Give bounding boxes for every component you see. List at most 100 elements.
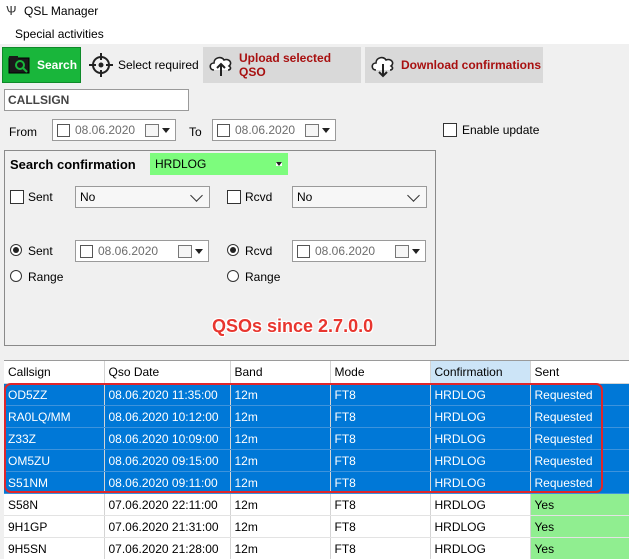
mode-cell: FT8 xyxy=(330,384,430,406)
rcvd-checkbox[interactable] xyxy=(227,190,241,204)
download-confirmations-label: Download confirmations xyxy=(401,58,541,72)
table-row[interactable]: Z33Z08.06.2020 10:09:0012mFT8HRDLOGReque… xyxy=(4,428,629,450)
table-row[interactable]: 9H5SN07.06.2020 21:28:0012mFT8HRDLOGYes xyxy=(4,538,629,559)
chevron-down-icon[interactable] xyxy=(162,128,170,133)
qso-date-cell: 08.06.2020 09:11:00 xyxy=(104,472,230,494)
band-cell: 12m xyxy=(230,450,330,472)
search-button[interactable]: Search xyxy=(2,47,81,83)
sent-date-picker[interactable]: 08.06.2020 xyxy=(75,240,209,262)
sent-cell: Yes xyxy=(530,516,629,538)
download-confirmations-button[interactable]: Download confirmations xyxy=(365,47,543,83)
upload-selected-qso-label: Upload selected QSO xyxy=(239,51,361,79)
chevron-down-icon[interactable] xyxy=(276,162,282,166)
cloud-upload-icon xyxy=(207,52,235,78)
mode-cell: FT8 xyxy=(330,428,430,450)
callsign-cell: 9H5SN xyxy=(4,538,104,559)
column-header-qso-date[interactable]: Qso Date xyxy=(104,361,230,384)
sent-select-value: No xyxy=(80,190,192,204)
sent-select[interactable]: No xyxy=(75,186,210,208)
table-row[interactable]: RA0LQ/MM08.06.2020 10:12:0012mFT8HRDLOGR… xyxy=(4,406,629,428)
search-confirmation-label: Search confirmation xyxy=(10,157,136,172)
chevron-down-icon xyxy=(407,189,420,202)
band-cell: 12m xyxy=(230,384,330,406)
band-cell: 12m xyxy=(230,472,330,494)
qso-date-cell: 07.06.2020 21:28:00 xyxy=(104,538,230,559)
table-row[interactable]: S58N07.06.2020 22:11:0012mFT8HRDLOGYes xyxy=(4,494,629,516)
band-cell: 12m xyxy=(230,406,330,428)
band-cell: 12m xyxy=(230,494,330,516)
sent-cell: Yes xyxy=(530,494,629,516)
band-cell: 12m xyxy=(230,538,330,559)
callsign-cell: S51NM xyxy=(4,472,104,494)
mode-cell: FT8 xyxy=(330,494,430,516)
calendar-icon xyxy=(395,245,409,258)
callsign-input[interactable]: CALLSIGN xyxy=(4,89,189,111)
column-header-band[interactable]: Band xyxy=(230,361,330,384)
sent-checkbox[interactable] xyxy=(10,190,24,204)
calendar-icon xyxy=(178,245,192,258)
enable-update-checkbox[interactable] xyxy=(443,123,457,137)
from-date-checkbox[interactable] xyxy=(57,124,70,137)
sent-range-label: Range xyxy=(28,270,63,284)
qso-date-cell: 08.06.2020 11:35:00 xyxy=(104,384,230,406)
to-date-picker[interactable]: 08.06.2020 xyxy=(212,119,336,141)
callsign-cell: OM5ZU xyxy=(4,450,104,472)
column-header-callsign[interactable]: Callsign xyxy=(4,361,104,384)
rcvd-select[interactable]: No xyxy=(292,186,427,208)
menu-item-special-activities[interactable]: Special activities xyxy=(15,27,104,41)
band-cell: 12m xyxy=(230,516,330,538)
to-date-checkbox[interactable] xyxy=(217,124,230,137)
sent-range-radio[interactable] xyxy=(10,270,22,282)
table-row[interactable]: OM5ZU08.06.2020 09:15:0012mFT8HRDLOGRequ… xyxy=(4,450,629,472)
calendar-icon xyxy=(305,124,319,137)
table-row[interactable]: S51NM08.06.2020 09:11:0012mFT8HRDLOGRequ… xyxy=(4,472,629,494)
sent-date-value: 08.06.2020 xyxy=(98,244,178,258)
callsign-cell: Z33Z xyxy=(4,428,104,450)
confirmation-source-value: HRDLOG xyxy=(155,157,276,171)
sent-date-radio[interactable] xyxy=(10,244,22,256)
column-header-mode[interactable]: Mode xyxy=(330,361,430,384)
sent-cell: Requested xyxy=(530,428,629,450)
callsign-cell: RA0LQ/MM xyxy=(4,406,104,428)
select-required-button[interactable]: Select required xyxy=(84,47,200,83)
chevron-down-icon[interactable] xyxy=(195,249,203,254)
confirmation-source-select[interactable]: HRDLOG xyxy=(150,153,288,175)
rcvd-range-radio[interactable] xyxy=(227,270,239,282)
mode-cell: FT8 xyxy=(330,406,430,428)
confirmation-cell: HRDLOG xyxy=(430,516,530,538)
callsign-cell: 9H1GP xyxy=(4,516,104,538)
rcvd-date-radio[interactable] xyxy=(227,244,239,256)
confirmation-cell: HRDLOG xyxy=(430,384,530,406)
select-required-label: Select required xyxy=(118,58,199,72)
rcvd-date-picker[interactable]: 08.06.2020 xyxy=(292,240,426,262)
chevron-down-icon[interactable] xyxy=(322,128,330,133)
from-label: From xyxy=(9,125,37,139)
from-date-picker[interactable]: 08.06.2020 xyxy=(52,119,176,141)
calendar-icon xyxy=(145,124,159,137)
table-row[interactable]: OD5ZZ08.06.2020 11:35:0012mFT8HRDLOGRequ… xyxy=(4,384,629,406)
rcvd-date-value: 08.06.2020 xyxy=(315,244,395,258)
rcvd-select-value: No xyxy=(297,190,409,204)
mode-cell: FT8 xyxy=(330,516,430,538)
rcvd-date-checkbox[interactable] xyxy=(297,245,310,258)
rcvd-range-label: Range xyxy=(245,270,280,284)
column-header-sent[interactable]: Sent xyxy=(530,361,629,384)
qso-date-cell: 08.06.2020 09:15:00 xyxy=(104,450,230,472)
sent-cell: Requested xyxy=(530,406,629,428)
upload-selected-qso-button[interactable]: Upload selected QSO xyxy=(203,47,361,83)
confirmation-cell: HRDLOG xyxy=(430,406,530,428)
confirmation-cell: HRDLOG xyxy=(430,450,530,472)
chevron-down-icon[interactable] xyxy=(412,249,420,254)
qso-date-cell: 07.06.2020 22:11:00 xyxy=(104,494,230,516)
to-label: To xyxy=(189,125,202,139)
sent-cell: Requested xyxy=(530,384,629,406)
table-row[interactable]: 9H1GP07.06.2020 21:31:0012mFT8HRDLOGYes xyxy=(4,516,629,538)
mode-cell: FT8 xyxy=(330,538,430,559)
chevron-down-icon xyxy=(190,189,203,202)
column-header-confirmation[interactable]: Confirmation xyxy=(430,361,530,384)
sent-date-checkbox[interactable] xyxy=(80,245,93,258)
title-bar: Ѱ QSL Manager xyxy=(0,0,629,22)
qso-date-cell: 07.06.2020 21:31:00 xyxy=(104,516,230,538)
qso-date-cell: 08.06.2020 10:09:00 xyxy=(104,428,230,450)
sent-cell: Requested xyxy=(530,450,629,472)
